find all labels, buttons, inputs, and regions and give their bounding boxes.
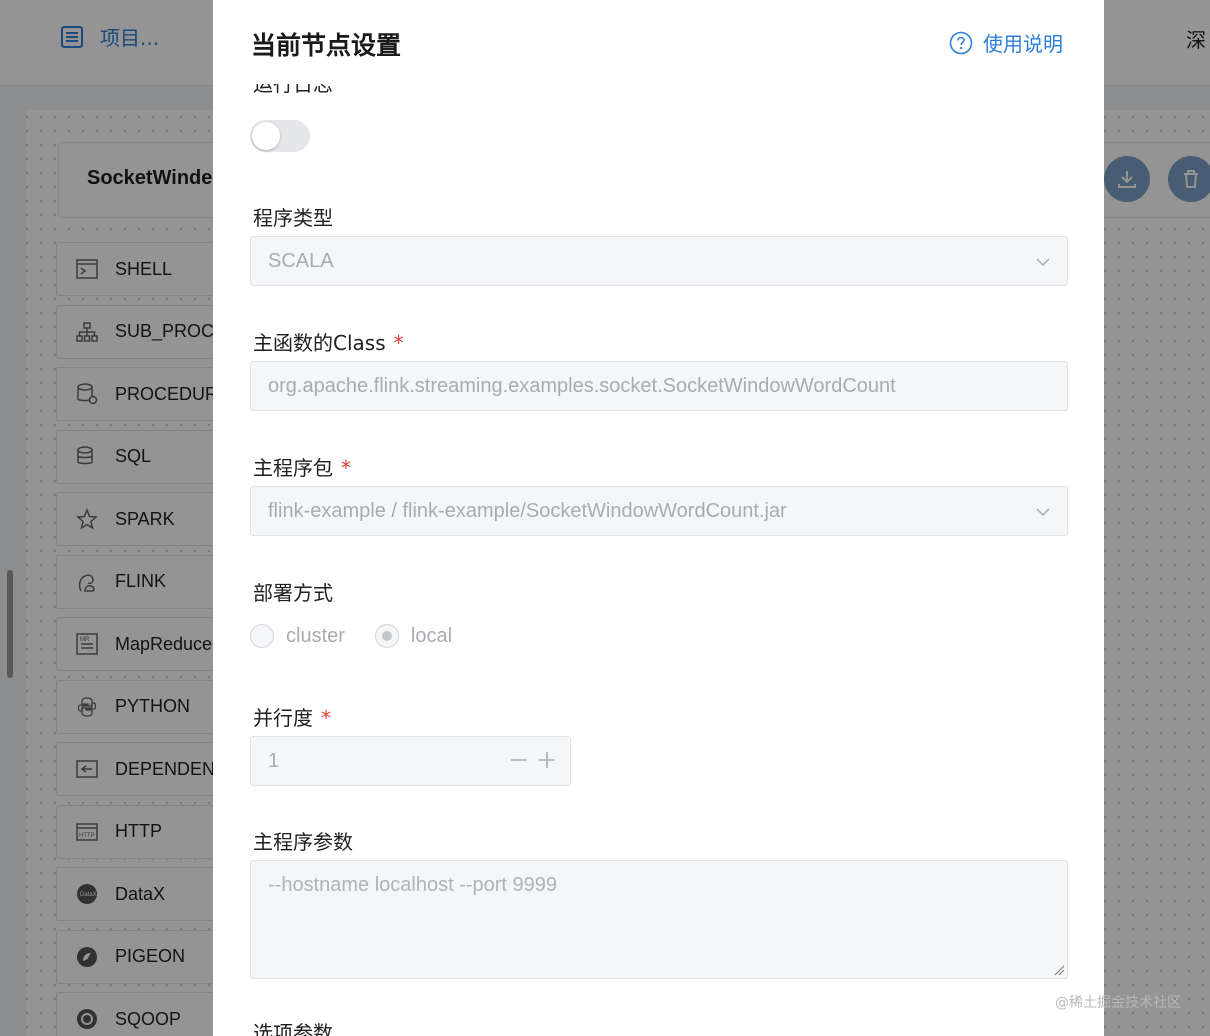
parallelism-stepper[interactable]: 1 bbox=[250, 736, 571, 786]
radio-selected-dot bbox=[381, 631, 392, 641]
question-circle-icon bbox=[949, 31, 973, 54]
help-label: 使用说明 bbox=[983, 32, 1063, 56]
drawer-title: 当前节点设置 bbox=[251, 31, 402, 60]
required-mark: * bbox=[341, 456, 351, 480]
node-settings-drawer: 当前节点设置 使用说明 运行日志 程序类型 SCALA 主函数的Class * o… bbox=[213, 0, 1104, 1036]
field-label-run-log: 运行日志 bbox=[253, 84, 333, 96]
main-class-value: org.apache.flink.streaming.examples.sock… bbox=[268, 374, 896, 397]
field-label-program-type: 程序类型 bbox=[253, 206, 333, 230]
field-label-main-args: 主程序参数 bbox=[253, 830, 353, 854]
main-package-select[interactable]: flink-example / flink-example/SocketWind… bbox=[250, 486, 1068, 536]
radio-local-label: local bbox=[410, 624, 453, 647]
chevron-down-icon bbox=[1036, 508, 1050, 517]
plus-icon[interactable] bbox=[538, 751, 556, 769]
run-log-toggle[interactable] bbox=[250, 120, 310, 152]
settings-form: 运行日志 程序类型 SCALA 主函数的Class * org.apache.fl… bbox=[250, 84, 1068, 1036]
stepper-controls bbox=[510, 751, 556, 769]
help-link[interactable]: 使用说明 bbox=[949, 28, 1063, 57]
main-package-label-text: 主程序包 bbox=[253, 456, 333, 480]
main-args-textarea[interactable]: --hostname localhost --port 9999 bbox=[250, 860, 1068, 979]
deploy-mode-radio-group: cluster local bbox=[250, 624, 452, 648]
field-label-main-class: 主函数的Class * bbox=[253, 327, 404, 356]
parallelism-value: 1 bbox=[268, 749, 280, 772]
main-args-placeholder: --hostname localhost --port 9999 bbox=[268, 874, 558, 896]
field-label-main-package: 主程序包 * bbox=[253, 452, 351, 481]
field-label-option-params: 选项参数 bbox=[253, 1021, 333, 1036]
field-label-parallelism: 并行度 * bbox=[253, 702, 331, 731]
minus-icon[interactable] bbox=[510, 751, 528, 769]
watermark: @稀土掘金技术社区 bbox=[1055, 995, 1181, 1011]
required-mark: * bbox=[321, 706, 331, 730]
program-type-select[interactable]: SCALA bbox=[250, 236, 1068, 286]
main-class-input[interactable]: org.apache.flink.streaming.examples.sock… bbox=[250, 361, 1068, 411]
toggle-knob bbox=[252, 122, 280, 150]
radio-cluster[interactable] bbox=[250, 624, 274, 648]
chevron-down-icon bbox=[1036, 258, 1050, 267]
parallelism-label-text: 并行度 bbox=[253, 706, 313, 730]
radio-cluster-label: cluster bbox=[286, 624, 345, 647]
main-package-value: flink-example / flink-example/SocketWind… bbox=[268, 499, 787, 522]
resize-grip-icon[interactable] bbox=[1053, 964, 1065, 976]
radio-local[interactable] bbox=[374, 624, 399, 648]
program-type-value: SCALA bbox=[268, 249, 334, 272]
field-label-deploy-mode: 部署方式 bbox=[253, 581, 333, 605]
required-mark: * bbox=[393, 331, 404, 355]
main-class-label-text: 主函数的Class bbox=[253, 331, 386, 355]
